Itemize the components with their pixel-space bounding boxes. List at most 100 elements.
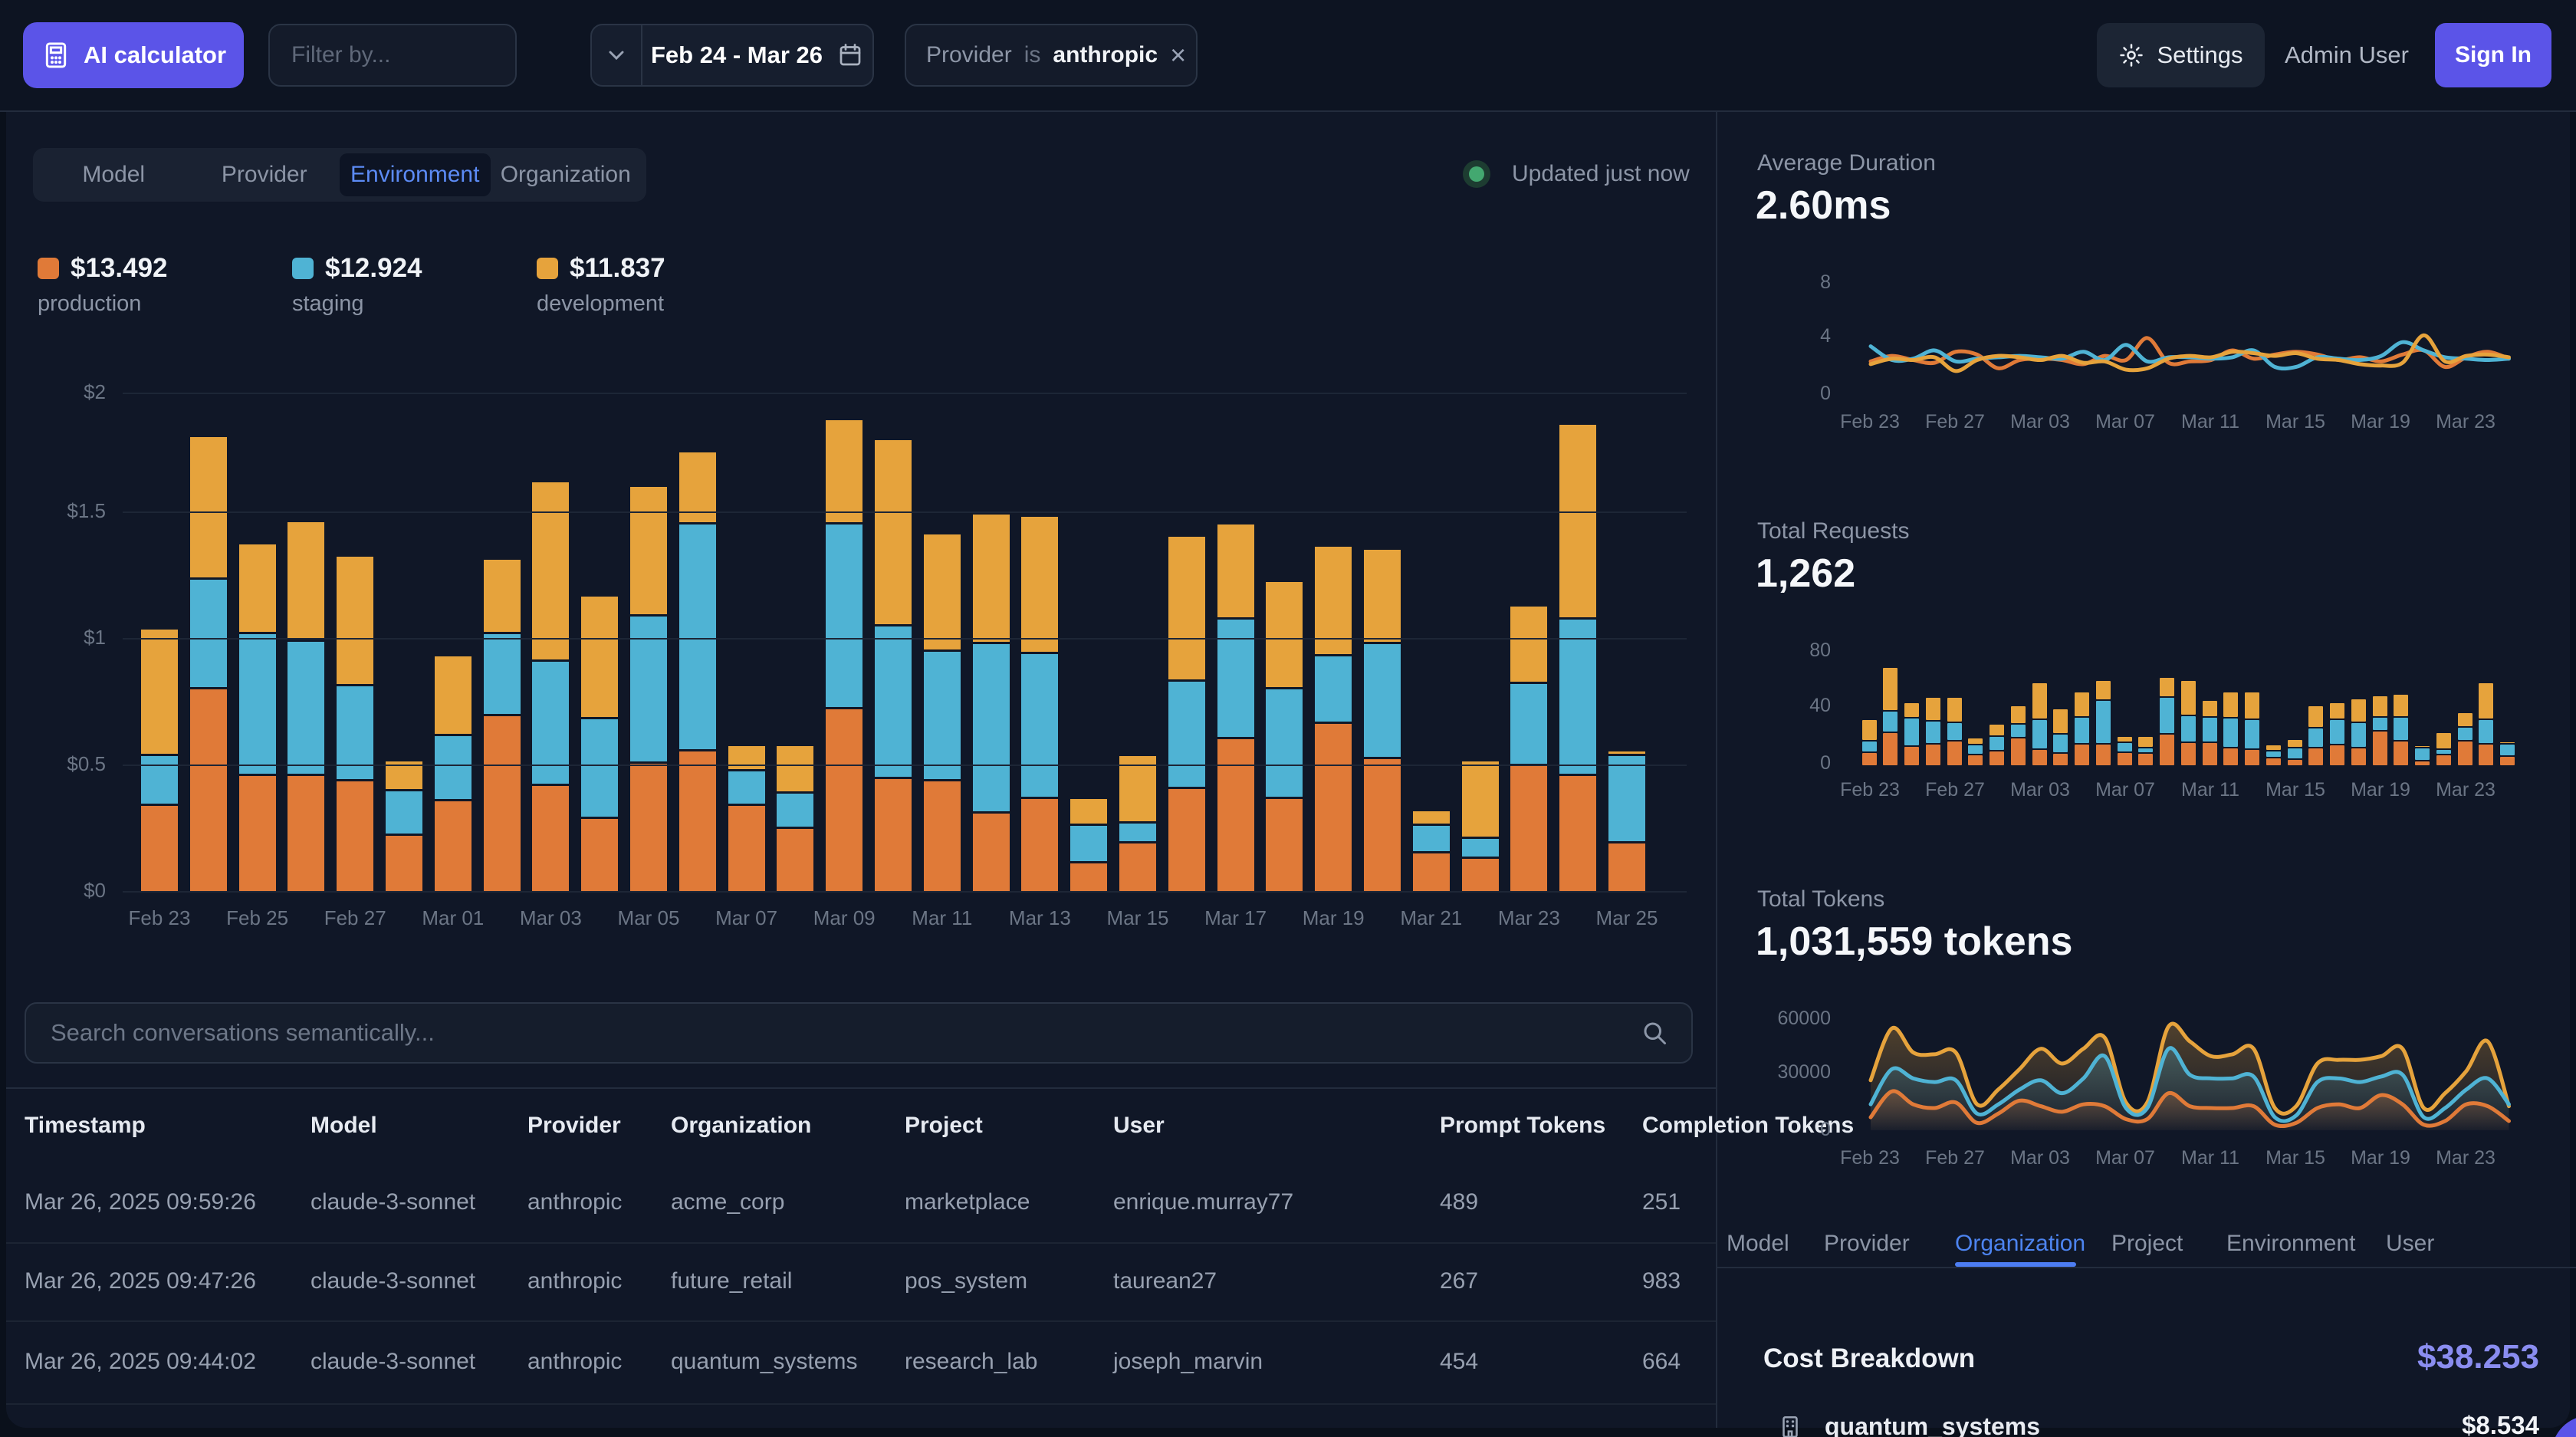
col-header-timestamp[interactable]: Timestamp <box>25 1103 146 1149</box>
x-tick-label: Mar 25 <box>1581 906 1673 930</box>
request-segment-development <box>2075 692 2089 716</box>
y-tick-label: 0 <box>1746 1119 1831 1141</box>
tab-organization[interactable]: Organization <box>491 153 642 196</box>
request-segment-production <box>2479 745 2493 765</box>
bar-segment-production <box>288 776 324 891</box>
bar-Feb 28 <box>386 761 422 891</box>
x-tick-label: Mar 07 <box>2079 411 2171 433</box>
col-header-provider[interactable]: Provider <box>527 1103 621 1149</box>
request-bar <box>2223 692 2238 765</box>
col-header-model[interactable]: Model <box>310 1103 377 1149</box>
x-tick-label: Mar 03 <box>1994 1147 2086 1169</box>
col-header-prompt-tokens[interactable]: Prompt Tokens <box>1440 1103 1605 1149</box>
legend-production[interactable]: $13.492 production <box>38 253 268 322</box>
settings-button[interactable]: Settings <box>2097 23 2265 87</box>
bar-Mar 09 <box>826 420 863 892</box>
breakdown-tab-model[interactable]: Model <box>1727 1225 1789 1262</box>
request-segment-staging <box>2245 720 2259 748</box>
bar-segment-development <box>435 656 472 734</box>
request-segment-development <box>1862 720 1877 740</box>
request-bar <box>2203 701 2217 765</box>
request-segment-production <box>2138 754 2153 765</box>
semantic-search-input[interactable]: Search conversations semantically... <box>25 1002 1693 1064</box>
breakdown-tab-project[interactable]: Project <box>2111 1225 2183 1262</box>
chip-field: Provider <box>926 42 1012 68</box>
date-range-control[interactable]: Feb 24 - Mar 26 <box>590 24 874 87</box>
duration-line-production <box>1871 338 2509 369</box>
request-bar <box>1883 668 1898 765</box>
tab-provider[interactable]: Provider <box>189 153 340 196</box>
cell-project: marketplace <box>905 1162 1030 1242</box>
sign-in-button[interactable]: Sign In <box>2435 23 2551 87</box>
table-row[interactable]: Mar 26, 2025 09:44:02claude-3-sonnetanth… <box>6 1320 1716 1403</box>
bar-segment-production <box>1510 766 1547 891</box>
x-tick-label: Feb 23 <box>1824 1147 1916 1169</box>
settings-label: Settings <box>2157 41 2242 69</box>
legend-staging[interactable]: $12.924 staging <box>292 253 522 322</box>
breakdown-tab-organization[interactable]: Organization <box>1955 1225 2085 1262</box>
bar-segment-staging <box>484 634 521 714</box>
request-segment-production <box>1904 747 1919 765</box>
filter-input[interactable]: Filter by... <box>268 24 517 87</box>
bar-segment-production <box>1462 859 1499 892</box>
request-segment-development <box>1926 698 1940 720</box>
request-bar <box>2138 737 2153 765</box>
tab-model[interactable]: Model <box>38 153 189 196</box>
provider-filter-chip[interactable]: Provider is anthropic × <box>905 24 1198 87</box>
x-tick-label: Mar 11 <box>2164 779 2256 801</box>
production-swatch <box>38 258 59 279</box>
admin-user-label[interactable]: Admin User <box>2285 23 2409 87</box>
total-tokens-label: Total Tokens <box>1757 886 1884 913</box>
bar-Mar 12 <box>973 515 1010 891</box>
date-range-label: Feb 24 - Mar 26 <box>651 41 823 69</box>
development-swatch <box>537 258 558 279</box>
ai-calculator-button[interactable]: AI calculator <box>23 22 244 88</box>
x-tick-label: Mar 05 <box>603 906 695 930</box>
bar-segment-production <box>973 814 1010 891</box>
bar-Mar 08 <box>777 746 813 891</box>
breakdown-tab-environment[interactable]: Environment <box>2226 1225 2355 1262</box>
x-tick-label: Feb 25 <box>212 906 304 930</box>
request-segment-production <box>2223 748 2238 765</box>
bar-segment-production <box>337 781 373 891</box>
bar-segment-staging <box>679 524 716 749</box>
ai-calculator-dashboard: AI calculator Filter by... Feb 24 - Mar … <box>0 0 2576 1437</box>
table-row[interactable]: Mar 26, 2025 09:59:26claude-3-sonnetanth… <box>6 1162 1716 1242</box>
request-segment-staging <box>2075 718 2089 743</box>
bar-segment-development <box>924 534 961 649</box>
bar-Mar 23 <box>1510 607 1547 891</box>
legend-development[interactable]: $11.837 development <box>537 253 767 322</box>
cell-prompt-tokens: 454 <box>1440 1320 1478 1403</box>
bar-segment-production <box>1266 799 1303 892</box>
bar-segment-development <box>973 515 1010 642</box>
y-tick-label: $1.5 <box>6 499 106 523</box>
y-tick-label: 80 <box>1746 640 1831 662</box>
col-header-user[interactable]: User <box>1113 1103 1165 1149</box>
request-segment-development <box>2373 696 2387 716</box>
chip-remove-icon[interactable]: × <box>1170 41 1186 69</box>
request-segment-development <box>2138 737 2153 747</box>
col-header-project[interactable]: Project <box>905 1103 983 1149</box>
request-bar <box>2479 683 2493 765</box>
table-row[interactable]: Mar 26, 2025 09:47:26claude-3-sonnetanth… <box>6 1242 1716 1320</box>
cost-item-name[interactable]: quantum_systems <box>1825 1412 2040 1437</box>
request-segment-production <box>2436 755 2451 765</box>
bar-Mar 19 <box>1315 547 1352 891</box>
cell-completion-tokens: 251 <box>1642 1162 1681 1242</box>
y-tick-label: 0 <box>1746 383 1831 405</box>
request-bar <box>1904 703 1919 765</box>
request-bar <box>2032 683 2047 765</box>
col-header-organization[interactable]: Organization <box>671 1103 811 1149</box>
breakdown-tab-user[interactable]: User <box>2386 1225 2434 1262</box>
tab-environment[interactable]: Environment <box>340 153 491 196</box>
breakdown-tab-provider[interactable]: Provider <box>1824 1225 1910 1262</box>
x-tick-label: Feb 27 <box>309 906 401 930</box>
request-segment-production <box>2266 758 2281 765</box>
request-segment-staging <box>1904 718 1919 745</box>
request-segment-staging <box>2415 748 2430 760</box>
bar-segment-staging <box>1217 620 1254 737</box>
bar-segment-production <box>1070 863 1107 891</box>
date-dropdown-toggle[interactable] <box>592 25 642 85</box>
bar-Mar 01 <box>435 656 472 891</box>
bar-segment-production <box>1168 789 1205 892</box>
